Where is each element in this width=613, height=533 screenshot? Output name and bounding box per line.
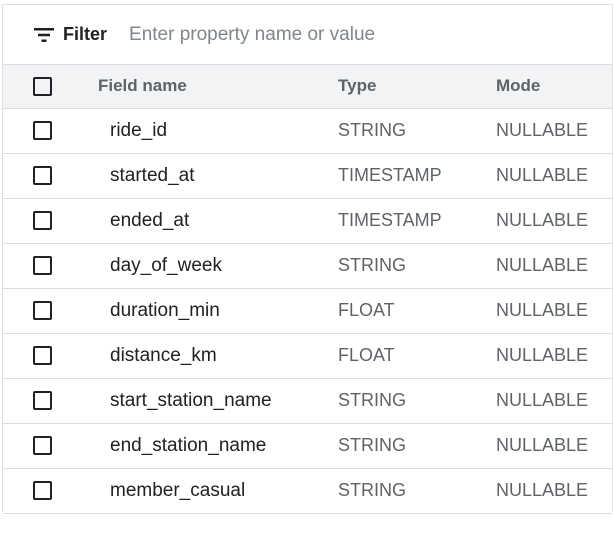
row-checkbox[interactable] <box>33 256 52 275</box>
type-cell: TIMESTAMP <box>338 165 442 185</box>
filter-label: Filter <box>63 24 108 44</box>
mode-cell: NULLABLE <box>496 255 589 275</box>
type-cell: STRING <box>338 255 407 275</box>
table-row[interactable]: distance_km FLOAT NULLABLE <box>3 333 612 378</box>
type-header[interactable]: Type <box>338 65 496 109</box>
row-checkbox[interactable] <box>33 121 52 140</box>
schema-table: Field name Type Mode ride_id STRING NULLAB… <box>3 65 612 514</box>
row-checkbox-cell <box>3 423 97 468</box>
field-name-cell[interactable]: end_station_name <box>97 423 338 468</box>
row-checkbox[interactable] <box>33 211 52 230</box>
table-row[interactable]: started_at TIMESTAMP NULLABLE <box>3 153 612 198</box>
row-checkbox-cell <box>3 288 97 333</box>
table-header-row: Field name Type Mode <box>3 65 612 109</box>
mode-cell: NULLABLE <box>496 480 589 500</box>
select-all-checkbox[interactable] <box>33 76 52 96</box>
field-name-header[interactable]: Field name <box>97 65 338 109</box>
type-cell: STRING <box>338 480 407 500</box>
type-cell: STRING <box>338 435 407 455</box>
field-name-cell[interactable]: start_station_name <box>97 378 338 423</box>
table-row[interactable]: ride_id STRING NULLABLE <box>3 108 612 153</box>
row-checkbox-cell <box>3 108 97 153</box>
field-name-cell[interactable]: distance_km <box>97 333 338 378</box>
table-row[interactable]: duration_min FLOAT NULLABLE <box>3 288 612 333</box>
mode-cell: NULLABLE <box>496 165 589 185</box>
field-name-cell[interactable]: duration_min <box>97 288 338 333</box>
row-checkbox[interactable] <box>33 301 52 320</box>
row-checkbox-cell <box>3 198 97 243</box>
row-checkbox[interactable] <box>33 391 52 410</box>
row-checkbox-cell <box>3 378 97 423</box>
table-row[interactable]: member_casual STRING NULLABLE <box>3 468 612 513</box>
row-checkbox-cell <box>3 153 97 198</box>
row-checkbox[interactable] <box>33 436 52 455</box>
mode-cell: NULLABLE <box>496 300 589 320</box>
row-checkbox[interactable] <box>33 166 52 185</box>
mode-cell: NULLABLE <box>496 390 589 410</box>
row-checkbox-cell <box>3 333 97 378</box>
table-row[interactable]: end_station_name STRING NULLABLE <box>3 423 612 468</box>
select-all-cell <box>3 65 97 109</box>
type-cell: FLOAT <box>338 300 395 320</box>
filter-button[interactable]: Filter <box>34 24 107 45</box>
field-name-cell[interactable]: day_of_week <box>97 243 338 288</box>
mode-cell: NULLABLE <box>496 345 589 365</box>
type-cell: STRING <box>338 120 407 140</box>
mode-header[interactable]: Mode <box>496 65 612 109</box>
mode-cell: NULLABLE <box>496 120 589 140</box>
row-checkbox-cell <box>3 243 97 288</box>
table-row[interactable]: ended_at TIMESTAMP NULLABLE <box>3 198 612 243</box>
filter-bar: Filter <box>3 5 612 65</box>
type-cell: TIMESTAMP <box>338 210 442 230</box>
row-checkbox-cell <box>3 468 97 513</box>
filter-list-icon <box>34 27 54 42</box>
type-cell: FLOAT <box>338 345 395 365</box>
mode-cell: NULLABLE <box>496 210 589 230</box>
row-checkbox[interactable] <box>33 346 52 365</box>
table-row[interactable]: start_station_name STRING NULLABLE <box>3 378 612 423</box>
field-name-cell[interactable]: ride_id <box>97 108 338 153</box>
row-checkbox[interactable] <box>33 481 52 500</box>
field-name-cell[interactable]: member_casual <box>97 468 338 513</box>
table-row[interactable]: day_of_week STRING NULLABLE <box>3 243 612 288</box>
field-name-cell[interactable]: started_at <box>97 153 338 198</box>
filter-input[interactable] <box>127 22 462 47</box>
mode-cell: NULLABLE <box>496 435 589 455</box>
type-cell: STRING <box>338 390 407 410</box>
field-name-cell[interactable]: ended_at <box>97 198 338 243</box>
schema-panel: Filter Field name Type Mode ride_idSTRIN… <box>2 4 613 514</box>
